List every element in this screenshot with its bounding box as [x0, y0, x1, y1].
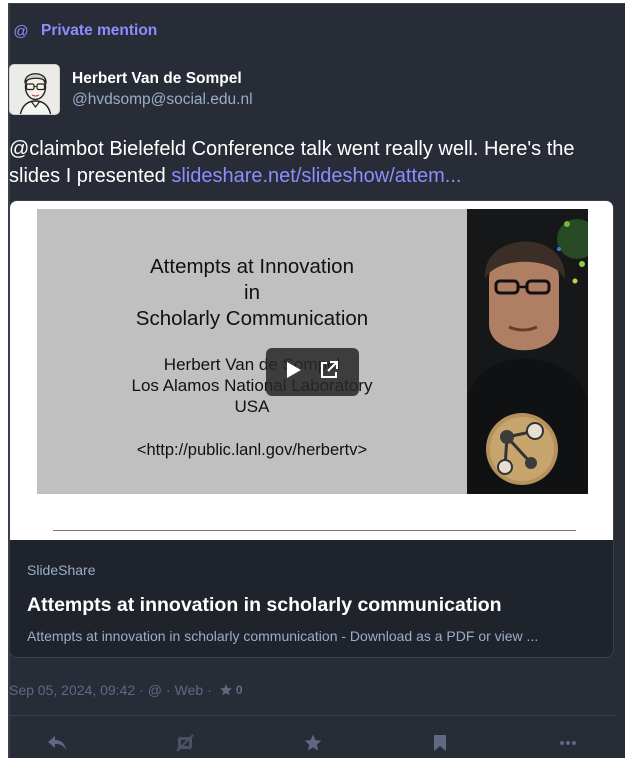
avatar-portrait-icon: [10, 65, 59, 114]
bookmark-icon: [434, 735, 447, 751]
play-button[interactable]: [286, 361, 302, 384]
status-application: Web: [174, 682, 204, 698]
external-link-icon: [320, 360, 338, 378]
boost-disabled-icon: [176, 734, 194, 752]
reply-button[interactable]: [42, 728, 72, 758]
author-handle[interactable]: @hvdsomp@social.edu.nl: [72, 89, 253, 111]
meta-separator: ·: [139, 682, 144, 698]
slide-title-line: Attempts at Innovation: [150, 255, 354, 278]
status-meta: Sep 05, 2024, 09:42 · @ · Web · 0: [9, 682, 247, 698]
meta-separator: ·: [207, 682, 212, 698]
bookmark-button[interactable]: [425, 728, 455, 758]
boost-button: [170, 728, 200, 758]
action-bar-divider: [9, 715, 616, 716]
reply-icon: [48, 736, 66, 750]
slide-thumbnail: Attempts at Innovation in Scholarly Comm…: [37, 209, 467, 494]
slide-divider: [53, 530, 576, 531]
speaker-photo: [467, 209, 588, 494]
status-mention[interactable]: @claimbot: [9, 138, 104, 160]
top-border: [9, 3, 625, 4]
meta-separator: ·: [166, 682, 171, 698]
status-timestamp[interactable]: Sep 05, 2024, 09:42: [9, 682, 135, 698]
slide-body-line: Herbert Van de Sompel: [163, 355, 341, 374]
card-title[interactable]: Attempts at innovation in scholarly comm…: [27, 594, 502, 617]
avatar[interactable]: [9, 64, 60, 115]
at-icon: @: [13, 22, 29, 40]
visibility-icon: @: [147, 682, 162, 698]
slide-url: <http://public.lanl.gov/herbertv>: [136, 441, 368, 459]
author-names[interactable]: Herbert Van de Sompel @hvdsomp@social.ed…: [72, 69, 253, 111]
card-description: Attempts at innovation in scholarly comm…: [27, 628, 539, 644]
status-action-bar: [9, 728, 616, 758]
slide-body-line: Los Alamos National Laboratory: [131, 376, 373, 395]
notification-header: @ Private mention: [11, 22, 157, 40]
slide-title: Attempts at Innovation in Scholarly Comm…: [37, 254, 467, 332]
favourites-count[interactable]: 0: [236, 683, 243, 697]
status-author[interactable]: Herbert Van de Sompel @hvdsomp@social.ed…: [9, 64, 253, 115]
speaker-photo-icon: [467, 209, 588, 494]
slide-title-line: in: [244, 281, 260, 304]
star-icon: [220, 684, 232, 696]
star-icon: [304, 734, 321, 751]
favourite-button[interactable]: [298, 728, 328, 758]
ellipsis-icon: [560, 741, 576, 745]
author-display-name[interactable]: Herbert Van de Sompel: [72, 69, 253, 89]
media-overlay-controls: [266, 348, 359, 396]
slide-body: Herbert Van de Sompel Los Alamos Nationa…: [37, 354, 467, 417]
slide-title-line: Scholarly Communication: [135, 307, 369, 330]
slide-body-line: USA: [234, 397, 270, 416]
open-external-button[interactable]: [319, 360, 339, 385]
link-preview-card[interactable]: Attempts at Innovation in Scholarly Comm…: [9, 200, 614, 658]
card-provider: SlideShare: [27, 562, 96, 578]
card-preview-image[interactable]: Attempts at Innovation in Scholarly Comm…: [10, 201, 613, 540]
status-link[interactable]: slideshare.net/slideshow/attem...: [171, 165, 461, 187]
notification-label: Private mention: [41, 22, 158, 39]
more-button[interactable]: [553, 728, 583, 758]
status-content: @claimbot Bielefeld Conference talk went…: [9, 136, 605, 190]
play-icon: [287, 361, 302, 378]
